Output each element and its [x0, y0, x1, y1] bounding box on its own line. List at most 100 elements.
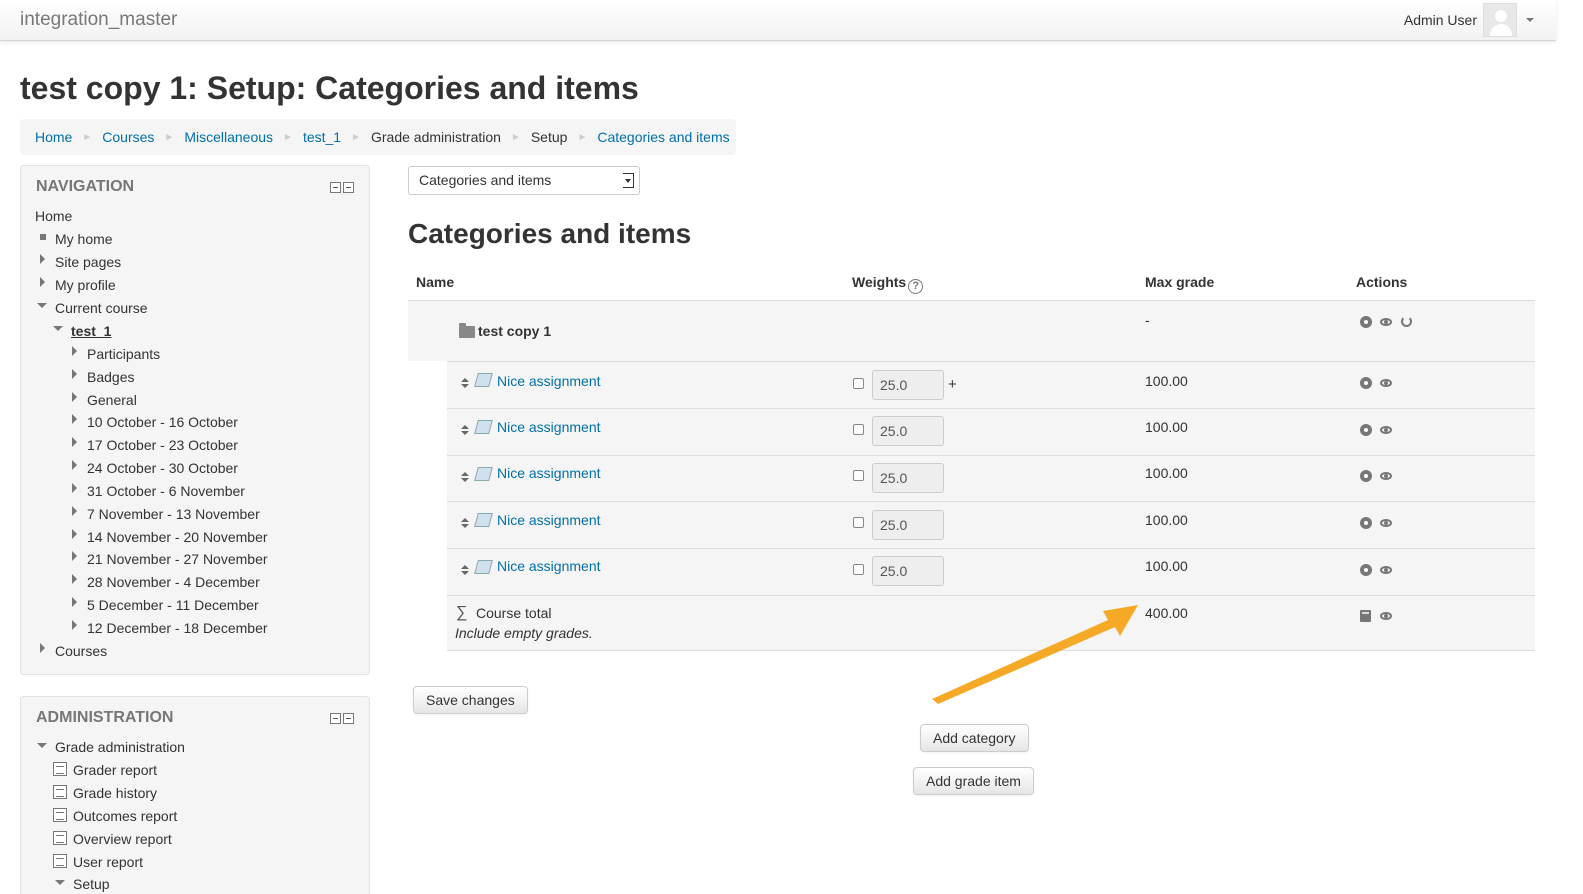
eye-icon[interactable] [1380, 318, 1392, 326]
move-icon[interactable] [460, 472, 470, 482]
weight-input[interactable]: 25.0 [872, 370, 944, 400]
nav-week[interactable]: 7 November - 13 November [87, 506, 260, 522]
expand-icon[interactable] [72, 369, 77, 379]
nav-general[interactable]: General [87, 392, 137, 408]
help-icon[interactable]: ? [908, 279, 924, 294]
save-changes-button[interactable]: Save changes [413, 686, 528, 714]
expand-icon[interactable] [72, 529, 77, 539]
add-category-button[interactable]: Add category [920, 724, 1029, 752]
collapse-tree-icon[interactable] [37, 303, 47, 308]
nav-week[interactable]: 17 October - 23 October [87, 437, 238, 453]
nav-home[interactable]: Home [35, 208, 72, 224]
chevron-down-icon[interactable] [1526, 18, 1534, 22]
expand-icon[interactable] [72, 574, 77, 584]
expand-icon[interactable] [72, 437, 77, 447]
weight-override-checkbox[interactable] [853, 517, 864, 528]
nav-week[interactable]: 21 November - 27 November [87, 551, 268, 567]
weight-input[interactable]: 25.0 [872, 556, 944, 586]
nav-course[interactable]: test_1 [71, 323, 111, 339]
user-menu[interactable]: Admin User [1404, 3, 1534, 37]
nav-site-pages[interactable]: Site pages [55, 254, 121, 270]
expand-icon[interactable] [72, 392, 77, 402]
gear-icon[interactable] [1360, 316, 1372, 328]
collapse-tree-icon[interactable] [37, 743, 47, 748]
weight-override-checkbox[interactable] [853, 564, 864, 575]
weight-override-checkbox[interactable] [853, 378, 864, 389]
weight-input[interactable]: 25.0 [872, 510, 944, 540]
add-grade-item-button[interactable]: Add grade item [913, 767, 1034, 795]
breadcrumb-miscellaneous[interactable]: Miscellaneous [184, 129, 273, 145]
gear-icon[interactable] [1360, 377, 1372, 389]
avatar[interactable] [1483, 3, 1517, 37]
eye-icon[interactable] [1380, 472, 1392, 480]
calculator-icon[interactable] [1360, 610, 1371, 622]
nav-courses[interactable]: Courses [55, 643, 107, 659]
expand-icon[interactable] [40, 254, 45, 264]
weight-override-checkbox[interactable] [853, 424, 864, 435]
nav-week[interactable]: 5 December - 11 December [87, 597, 259, 613]
nav-badges[interactable]: Badges [87, 369, 134, 385]
move-icon[interactable] [460, 518, 470, 528]
eye-icon[interactable] [1380, 612, 1392, 620]
user-name[interactable]: Admin User [1404, 12, 1477, 28]
admin-grade-administration[interactable]: Grade administration [55, 739, 185, 755]
grade-item-link[interactable]: Nice assignment [497, 465, 601, 481]
plus-icon[interactable]: + [948, 376, 957, 393]
expand-icon[interactable] [40, 277, 45, 287]
grade-item-link[interactable]: Nice assignment [497, 558, 601, 574]
expand-icon[interactable] [72, 460, 77, 470]
gear-icon[interactable] [1360, 564, 1372, 576]
weight-input[interactable]: 25.0 [872, 463, 944, 493]
breadcrumb-courses[interactable]: Courses [102, 129, 154, 145]
eye-icon[interactable] [1380, 426, 1392, 434]
admin-setup[interactable]: Setup [73, 876, 110, 892]
collapse-icon[interactable] [330, 182, 341, 193]
expand-icon[interactable] [72, 506, 77, 516]
collapse-tree-icon[interactable] [55, 880, 65, 885]
expand-icon[interactable] [72, 551, 77, 561]
nav-week[interactable]: 14 November - 20 November [87, 529, 268, 545]
breadcrumb-current[interactable]: Categories and items [597, 129, 729, 145]
gear-icon[interactable] [1360, 517, 1372, 529]
eye-icon[interactable] [1380, 566, 1392, 574]
weight-input[interactable]: 25.0 [872, 416, 944, 446]
admin-user-report[interactable]: User report [73, 854, 143, 870]
expand-icon[interactable] [72, 346, 77, 356]
nav-week[interactable]: 12 December - 18 December [87, 620, 268, 636]
expand-icon[interactable] [72, 483, 77, 493]
expand-icon[interactable] [72, 620, 77, 630]
admin-grader-report[interactable]: Grader report [73, 762, 157, 778]
grade-item-link[interactable]: Nice assignment [497, 373, 601, 389]
collapse-icon[interactable] [330, 713, 341, 724]
nav-week[interactable]: 28 November - 4 December [87, 574, 260, 590]
admin-overview-report[interactable]: Overview report [73, 831, 172, 847]
nav-my-profile[interactable]: My profile [55, 277, 116, 293]
collapse-tree-icon[interactable] [53, 326, 63, 331]
reset-icon[interactable] [1401, 316, 1412, 327]
nav-my-home[interactable]: My home [55, 231, 113, 247]
expand-icon[interactable] [72, 597, 77, 607]
grade-item-link[interactable]: Nice assignment [497, 512, 601, 528]
site-name[interactable]: integration_master [20, 9, 177, 31]
admin-grade-history[interactable]: Grade history [73, 785, 157, 801]
gear-icon[interactable] [1360, 470, 1372, 482]
nav-week[interactable]: 31 October - 6 November [87, 483, 245, 499]
gear-icon[interactable] [1360, 424, 1372, 436]
dock-icon[interactable] [343, 182, 354, 193]
expand-icon[interactable] [40, 643, 45, 653]
move-icon[interactable] [460, 565, 470, 575]
grade-item-link[interactable]: Nice assignment [497, 419, 601, 435]
move-icon[interactable] [460, 378, 470, 388]
nav-participants[interactable]: Participants [87, 346, 160, 362]
move-icon[interactable] [460, 425, 470, 435]
dock-icon[interactable] [343, 713, 354, 724]
eye-icon[interactable] [1380, 379, 1392, 387]
weight-override-checkbox[interactable] [853, 470, 864, 481]
nav-week[interactable]: 24 October - 30 October [87, 460, 238, 476]
breadcrumb-course[interactable]: test_1 [303, 129, 341, 145]
report-jump-select[interactable]: Categories and items [408, 166, 640, 195]
eye-icon[interactable] [1380, 519, 1392, 527]
expand-icon[interactable] [72, 414, 77, 424]
nav-current-course[interactable]: Current course [55, 300, 148, 316]
breadcrumb-home[interactable]: Home [35, 129, 72, 145]
